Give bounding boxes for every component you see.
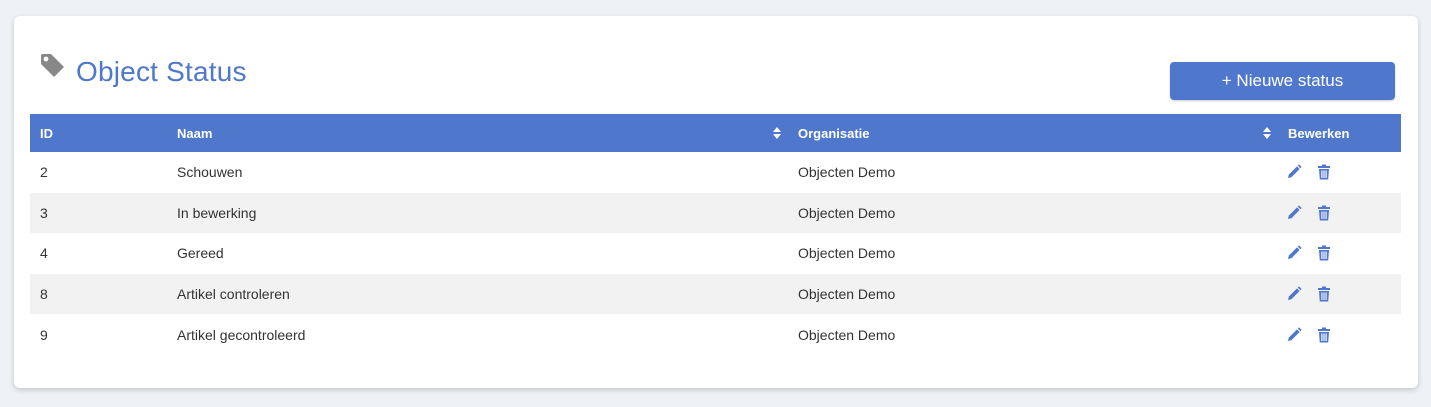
trash-icon[interactable]: [1316, 164, 1332, 180]
cell-id: 8: [40, 286, 48, 303]
object-status-card: Object Status + Nieuwe status ID Naam Or…: [14, 16, 1418, 388]
cell-organisatie: Objecten Demo: [798, 164, 896, 181]
trash-icon[interactable]: [1316, 245, 1332, 261]
header-bewerken: Bewerken: [1288, 125, 1350, 141]
cell-organisatie: Objecten Demo: [798, 245, 896, 262]
pencil-icon[interactable]: [1286, 286, 1302, 302]
trash-icon[interactable]: [1316, 205, 1332, 221]
table-row: 8 Artikel controleren Objecten Demo: [30, 273, 1401, 315]
table-row: 3 In bewerking Objecten Demo: [30, 192, 1401, 234]
cell-naam: Schouwen: [177, 164, 243, 181]
cell-organisatie: Objecten Demo: [798, 286, 896, 303]
row-actions: [1286, 233, 1332, 274]
row-actions: [1286, 274, 1332, 315]
cell-id: 9: [40, 326, 48, 343]
cell-id: 3: [40, 204, 48, 221]
row-actions: [1286, 193, 1332, 234]
header-organisatie[interactable]: Organisatie: [798, 114, 870, 152]
row-actions: [1286, 314, 1332, 355]
table-row: 4 Gereed Objecten Demo: [30, 233, 1401, 274]
new-status-button[interactable]: + Nieuwe status: [1170, 62, 1395, 100]
cell-organisatie: Objecten Demo: [798, 204, 896, 221]
header-id[interactable]: ID: [40, 114, 53, 152]
pencil-icon[interactable]: [1286, 245, 1302, 261]
cell-organisatie: Objecten Demo: [798, 326, 896, 343]
cell-naam: In bewerking: [177, 204, 257, 221]
cell-naam: Artikel gecontroleerd: [177, 326, 306, 343]
table-row: 2 Schouwen Objecten Demo: [30, 152, 1401, 193]
trash-icon[interactable]: [1316, 327, 1332, 343]
pencil-icon[interactable]: [1286, 164, 1302, 180]
cell-naam: Artikel controleren: [177, 286, 290, 303]
pencil-icon[interactable]: [1286, 205, 1302, 221]
cell-id: 2: [40, 164, 48, 181]
table-header: ID Naam Organisatie Bewerken: [30, 114, 1401, 152]
title-row: Object Status: [38, 54, 247, 88]
row-actions: [1286, 152, 1332, 193]
header-naam[interactable]: Naam: [177, 114, 212, 152]
cell-naam: Gereed: [177, 245, 224, 262]
pencil-icon[interactable]: [1286, 327, 1302, 343]
sort-icon[interactable]: [1262, 126, 1272, 140]
page-title: Object Status: [76, 56, 247, 87]
table-row: 9 Artikel gecontroleerd Objecten Demo: [30, 314, 1401, 355]
status-table: ID Naam Organisatie Bewerken 2 Schouwen …: [30, 114, 1401, 355]
trash-icon[interactable]: [1316, 286, 1332, 302]
sort-icon[interactable]: [772, 126, 782, 140]
tag-icon: [41, 54, 64, 77]
cell-id: 4: [40, 245, 48, 262]
